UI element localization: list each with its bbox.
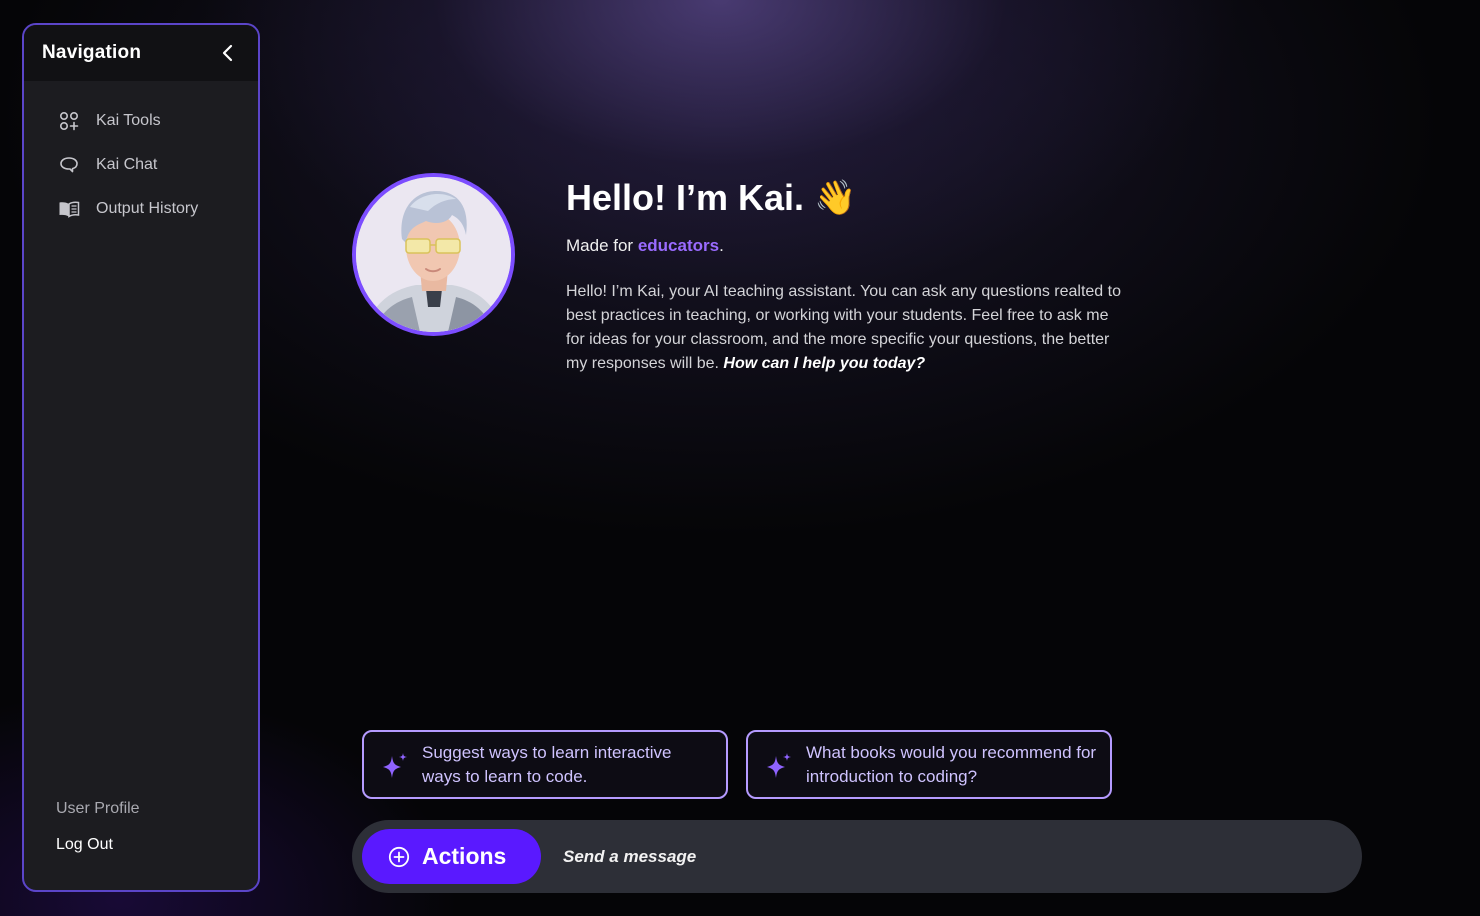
sidebar-title: Navigation xyxy=(42,42,142,63)
open-book-icon xyxy=(58,198,80,220)
sidebar-header: Navigation xyxy=(24,25,258,81)
user-profile-link[interactable]: User Profile xyxy=(56,800,140,818)
nav-item-label: Output History xyxy=(96,200,199,217)
kai-avatar xyxy=(352,173,515,336)
waving-hand-icon: 👋 xyxy=(814,179,857,217)
actions-label: Actions xyxy=(422,843,507,869)
navigation-sidebar: Navigation Kai Tools Kai Chat Output His… xyxy=(22,23,260,892)
intro-question: How can I help you today? xyxy=(723,355,926,372)
sidebar-footer: User Profile Log Out xyxy=(56,800,140,854)
intro-paragraph: Hello! I’m Kai, your AI teaching assista… xyxy=(566,280,1121,376)
chevron-left-icon xyxy=(222,44,233,62)
nav-item-label: Kai Tools xyxy=(96,112,161,129)
greeting-heading: Hello! I’m Kai. 👋 xyxy=(566,174,1126,222)
collapse-sidebar-button[interactable] xyxy=(216,41,240,65)
educators-highlight: educators xyxy=(637,236,720,255)
nav-item-kai-chat[interactable]: Kai Chat xyxy=(24,143,258,187)
grid-plus-icon xyxy=(58,110,80,132)
suggestion-card[interactable]: Suggest ways to learn interactive ways t… xyxy=(362,730,728,799)
chat-input-bar: Actions xyxy=(352,820,1362,893)
kai-intro: Hello! I’m Kai. 👋 Made for educators. He… xyxy=(566,174,1126,376)
greeting-text: Hello! I’m Kai. xyxy=(566,177,805,218)
made-for-line: Made for educators. xyxy=(566,236,1126,256)
message-input[interactable] xyxy=(563,831,1362,882)
sparkle-icon xyxy=(767,752,791,778)
chat-bubble-icon xyxy=(58,154,80,176)
suggestion-text: What books would you recommend for intro… xyxy=(806,742,1097,786)
sparkle-icon xyxy=(383,752,407,778)
nav-item-label: Kai Chat xyxy=(96,156,158,173)
nav-item-kai-tools[interactable]: Kai Tools xyxy=(24,99,258,143)
log-out-link[interactable]: Log Out xyxy=(56,836,140,854)
made-for-suffix: . xyxy=(719,236,724,255)
made-for-prefix: Made for xyxy=(566,236,638,255)
plus-circle-icon xyxy=(388,846,410,867)
suggestion-card[interactable]: What books would you recommend for intro… xyxy=(746,730,1112,799)
nav-item-output-history[interactable]: Output History xyxy=(24,187,258,231)
actions-button[interactable]: Actions xyxy=(362,829,541,884)
nav-list: Kai Tools Kai Chat Output History xyxy=(24,99,258,231)
suggestion-text: Suggest ways to learn interactive ways t… xyxy=(422,742,672,786)
